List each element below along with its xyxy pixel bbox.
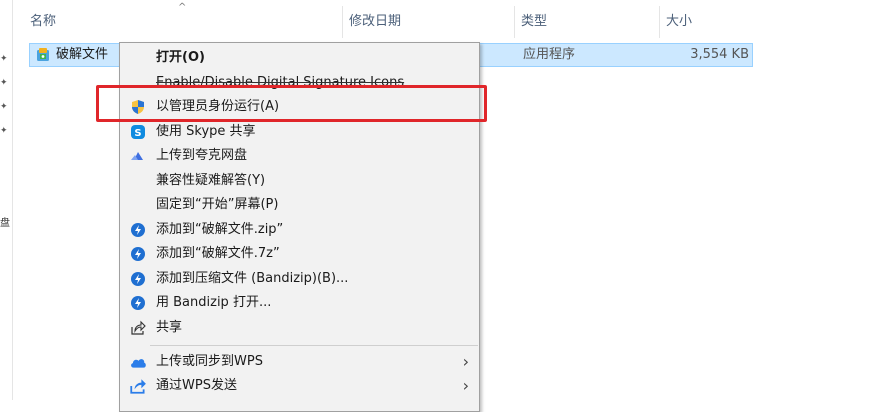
share-icon <box>131 320 146 335</box>
bandizip-icon <box>131 296 145 310</box>
menu-item-wps-upload-sync[interactable]: 上传或同步到WPS › <box>120 350 479 374</box>
menu-separator <box>150 345 478 346</box>
app-installer-icon <box>37 48 49 61</box>
column-header: 名称 修改日期 类型 大小 <box>13 6 887 38</box>
wps-send-icon <box>130 379 146 394</box>
pin-icon: ✦ <box>0 78 8 88</box>
menu-item-label: 添加到压缩文件 (Bandizip)(B)... <box>156 271 349 286</box>
menu-item-add-to-archive[interactable]: 添加到压缩文件 (Bandizip)(B)... <box>120 267 479 291</box>
menu-item-label: 使用 Skype 共享 <box>156 124 256 139</box>
menu-item-open-with-bandizip[interactable]: 用 Bandizip 打开... <box>120 291 479 315</box>
menu-item-compatibility-troubleshoot[interactable]: 兼容性疑难解答(Y) <box>120 169 479 193</box>
menu-item-label: 上传或同步到WPS <box>156 354 263 369</box>
file-name: 破解文件 <box>56 47 109 62</box>
bandizip-icon <box>131 272 145 286</box>
menu-item-label: 打开(O) <box>156 50 205 65</box>
menu-item-pin-to-start[interactable]: 固定到“开始”屏幕(P) <box>120 193 479 217</box>
bandizip-icon <box>131 247 145 261</box>
submenu-chevron-right-icon: › <box>462 352 469 371</box>
column-size[interactable]: 大小 <box>659 6 759 38</box>
menu-item-wps-send[interactable]: 通过WPS发送 › <box>120 374 479 398</box>
skype-icon: S <box>131 125 145 139</box>
svg-text:S: S <box>134 128 141 139</box>
menu-item-label: 固定到“开始”屏幕(P) <box>156 197 279 212</box>
column-type[interactable]: 类型 <box>514 6 659 38</box>
menu-item-label: 添加到“破解文件.zip” <box>156 222 284 237</box>
menu-item-add-to-zip[interactable]: 添加到“破解文件.zip” <box>120 218 479 242</box>
pin-icon: ✦ <box>0 126 8 136</box>
file-type: 应用程序 <box>523 47 576 62</box>
menu-item-label: 兼容性疑难解答(Y) <box>156 173 266 188</box>
menu-item-open[interactable]: 打开(O) <box>120 46 479 70</box>
submenu-chevron-right-icon: › <box>462 376 469 395</box>
menu-item-quark-upload[interactable]: 上传到夸克网盘 <box>120 144 479 168</box>
menu-item-label: 通过WPS发送 <box>156 378 237 393</box>
menu-item-add-to-7z[interactable]: 添加到“破解文件.7z” <box>120 242 479 266</box>
column-name[interactable]: 名称 <box>13 6 342 38</box>
menu-item-share[interactable]: 共享 <box>120 316 479 340</box>
wps-cloud-icon <box>131 359 146 368</box>
menu-item-label: 添加到“破解文件.7z” <box>156 246 280 261</box>
menu-item-label: 上传到夸克网盘 <box>156 148 248 163</box>
highlight-annotation <box>96 85 487 122</box>
menu-item-label: 共享 <box>156 320 183 335</box>
pin-icon: ✦ <box>0 102 8 112</box>
navigation-pane[interactable]: ✦ ✦ ✦ ✦ 盘 <box>0 0 13 400</box>
quark-cloud-icon <box>131 152 143 160</box>
menu-item-label: 用 Bandizip 打开... <box>156 295 272 310</box>
nav-drive-label: 盘 <box>0 218 10 229</box>
menu-item-skype-share[interactable]: S 使用 Skype 共享 <box>120 120 479 144</box>
pin-icon: ✦ <box>0 54 8 64</box>
column-date-modified[interactable]: 修改日期 <box>342 6 514 38</box>
file-size: 3,554 KB <box>690 47 749 62</box>
bandizip-icon <box>131 223 145 237</box>
